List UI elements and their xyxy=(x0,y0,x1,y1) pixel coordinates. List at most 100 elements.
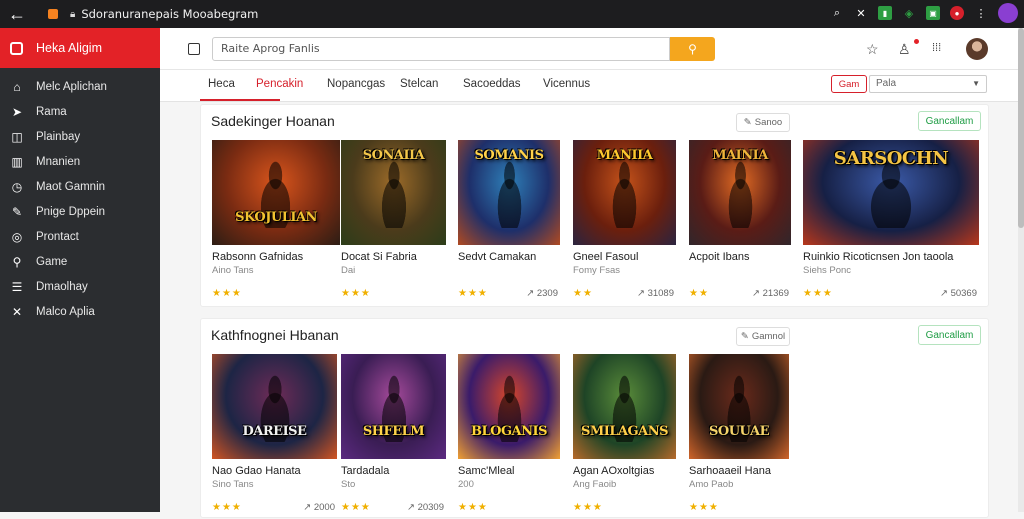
clock-icon: ◷ xyxy=(11,179,23,194)
back-icon[interactable]: ← xyxy=(0,0,34,28)
sidebar-item[interactable]: ➤ Rama xyxy=(0,99,160,124)
sort-select-value: Pala xyxy=(876,78,897,89)
sidebar-item[interactable]: ⌂ Melc Aplichan xyxy=(0,74,160,99)
sidebar-item[interactable]: ✕ Malco Aplia xyxy=(0,299,160,324)
sidebar-item[interactable]: ◫ Plainbay xyxy=(0,124,160,149)
game-thumbnail[interactable]: SONAIIA xyxy=(341,140,446,245)
main-header: Raite Aprog Fanlis ⚲ ☆ ♙ ⁞⁞⁞ xyxy=(160,28,1018,70)
game-card[interactable]: SOUUAE Sarhoaaeil Hana Amo Paob ★★★ xyxy=(689,354,789,519)
game-thumbnail[interactable]: MANIIA xyxy=(573,140,676,245)
game-logo: DAREISE xyxy=(242,424,307,439)
brand-label: Heka Aligim xyxy=(36,41,102,55)
filter-button[interactable]: ✎ Gamnol xyxy=(736,327,790,346)
tab-item[interactable]: Vicennus xyxy=(543,78,590,90)
game-title[interactable]: Acpoit Ibans xyxy=(689,251,750,263)
browser-toolbar: ← 🔒︎ Sdoranuranepais Mooabegram ⌕ ✕ ▮ ◈ … xyxy=(0,0,1024,28)
see-all-button[interactable]: Gancallam xyxy=(918,325,981,345)
ext-grid-icon[interactable]: ▣ xyxy=(926,6,940,20)
game-thumbnail[interactable]: MAINIA xyxy=(689,140,791,245)
search-input[interactable]: Raite Aprog Fanlis xyxy=(212,37,670,61)
game-card[interactable]: BLOGANIS Samc'Mleal 200 ★★★ xyxy=(458,354,560,519)
game-title[interactable]: Sedvt Camakan xyxy=(458,251,536,263)
game-thumbnail[interactable]: SKOJULIAN xyxy=(212,140,340,245)
sidebar-brand[interactable]: Heka Aligim xyxy=(0,28,160,68)
scrollbar-thumb[interactable] xyxy=(1018,28,1024,228)
game-card[interactable]: SOMANIS Sedvt Camakan ★★★ ↗ 2309 xyxy=(458,140,560,305)
game-card[interactable]: MANIIA Gneel Fasoul Fomy Fsas ★★ ↗ 31089 xyxy=(573,140,676,305)
page-scrollbar[interactable] xyxy=(1018,28,1024,512)
sort-select[interactable]: Pala ▼ xyxy=(869,75,987,93)
star-icon[interactable]: ☆ xyxy=(866,41,879,58)
tools-icon[interactable]: ✕ xyxy=(854,6,868,20)
game-card[interactable]: DAREISE Nao Gdao Hanata Sino Tans ★★★ ↗ 2000 xyxy=(212,354,337,519)
profile-avatar[interactable] xyxy=(998,3,1018,23)
download-stat: ↗ 2000 xyxy=(303,502,335,513)
game-subtitle: Fomy Fsas xyxy=(573,265,620,276)
sidebar-item[interactable]: ◎ Prontact xyxy=(0,224,160,249)
sidebar-item[interactable]: ⚲ Game xyxy=(0,249,160,274)
see-all-button[interactable]: Gancallam xyxy=(918,111,981,131)
tab-item[interactable]: Heca xyxy=(208,78,235,90)
lock-icon: 🔒︎ xyxy=(70,8,76,20)
ext-red-icon[interactable]: ● xyxy=(950,6,964,20)
game-card[interactable]: SONAIIA Docat Si Fabria Dai ★★★ xyxy=(341,140,446,305)
game-title[interactable]: Agan AOxoltgias xyxy=(573,465,654,477)
menu-icon[interactable] xyxy=(188,43,200,55)
sidebar-item-label: Game xyxy=(36,255,68,268)
game-thumbnail[interactable]: SHFELM xyxy=(341,354,446,459)
game-thumbnail[interactable]: DAREISE xyxy=(212,354,337,459)
sidebar-item-label: Plainbay xyxy=(36,130,81,143)
tab-item[interactable]: Pencakin xyxy=(256,78,303,90)
game-title[interactable]: Tardadala xyxy=(341,465,389,477)
game-card[interactable]: SARSOCHN Ruinkio Ricoticnsen Jon taoola Si… xyxy=(803,140,979,305)
sidebar-item[interactable]: ▥ Mnanien xyxy=(0,149,160,174)
notification-bell-icon[interactable]: ♙ xyxy=(898,41,911,58)
sidebar-item[interactable]: ◷ Maot Gamnin xyxy=(0,174,160,199)
apps-grid-icon[interactable]: ⁞⁞⁞ xyxy=(932,42,941,54)
filter-button[interactable]: ✎ Sanoo xyxy=(736,113,790,132)
tab-item[interactable]: Stelcan xyxy=(400,78,438,90)
rating-stars: ★★★ xyxy=(803,288,833,299)
game-logo: SOUUAE xyxy=(709,424,769,439)
game-title[interactable]: Docat Si Fabria xyxy=(341,251,417,263)
game-thumbnail[interactable]: SOUUAE xyxy=(689,354,789,459)
sidebar-item-label: Melc Aplichan xyxy=(36,80,107,93)
search-icon: ⚲ xyxy=(688,42,697,56)
game-card[interactable]: SKOJULIAN Rabsonn Gafnidas Aino Tans ★★★ xyxy=(212,140,340,305)
status-badge[interactable]: Gam xyxy=(831,75,867,93)
zoom-icon[interactable]: ⌕ xyxy=(830,6,844,20)
game-title[interactable]: Ruinkio Ricoticnsen Jon taoola xyxy=(803,251,953,263)
rating-stars: ★★★ xyxy=(212,502,242,513)
filter-label: Sanoo xyxy=(754,117,783,128)
menu-dots-icon[interactable]: ⋮ xyxy=(974,6,988,20)
game-title[interactable]: Gneel Fasoul xyxy=(573,251,638,263)
game-title[interactable]: Sarhoaaeil Hana xyxy=(689,465,771,477)
address-bar[interactable]: Sdoranuranepais Mooabegram xyxy=(81,7,258,21)
game-title[interactable]: Nao Gdao Hanata xyxy=(212,465,301,477)
game-thumbnail[interactable]: SOMANIS xyxy=(458,140,560,245)
search-button[interactable]: ⚲ xyxy=(670,37,715,61)
game-logo: BLOGANIS xyxy=(471,424,548,439)
game-card[interactable]: SMILAGANS Agan AOxoltgias Ang Faoib ★★★ xyxy=(573,354,676,519)
character-figure xyxy=(720,158,761,228)
tab-item[interactable]: Sacoeddas xyxy=(463,78,521,90)
rating-stars: ★★★ xyxy=(458,288,488,299)
tab-item[interactable]: Nopancgas xyxy=(327,78,385,90)
game-title[interactable]: Samc'Mleal xyxy=(458,465,515,477)
ext-green-icon[interactable]: ▮ xyxy=(878,6,892,20)
download-count: 31089 xyxy=(647,288,674,299)
download-stat: ↗ 50369 xyxy=(940,288,977,299)
download-icon: ↗ xyxy=(526,288,537,299)
game-card[interactable]: SHFELM Tardadala Sto ★★★ ↗ 20309 xyxy=(341,354,446,519)
rating-stars: ★★ xyxy=(689,288,709,299)
game-thumbnail[interactable]: BLOGANIS xyxy=(458,354,560,459)
game-thumbnail[interactable]: SMILAGANS xyxy=(573,354,676,459)
user-avatar[interactable] xyxy=(966,38,988,60)
game-title[interactable]: Rabsonn Gafnidas xyxy=(212,251,303,263)
sidebar-item[interactable]: ☰ Dmaolhay xyxy=(0,274,160,299)
game-thumbnail[interactable]: SARSOCHN xyxy=(803,140,979,245)
game-card[interactable]: MAINIA Acpoit Ibans ★★ ↗ 21369 xyxy=(689,140,791,305)
rating-stars: ★★★ xyxy=(341,288,371,299)
sidebar-item[interactable]: ✎ Pnige Dppein xyxy=(0,199,160,224)
ext-shield-icon[interactable]: ◈ xyxy=(902,6,916,20)
